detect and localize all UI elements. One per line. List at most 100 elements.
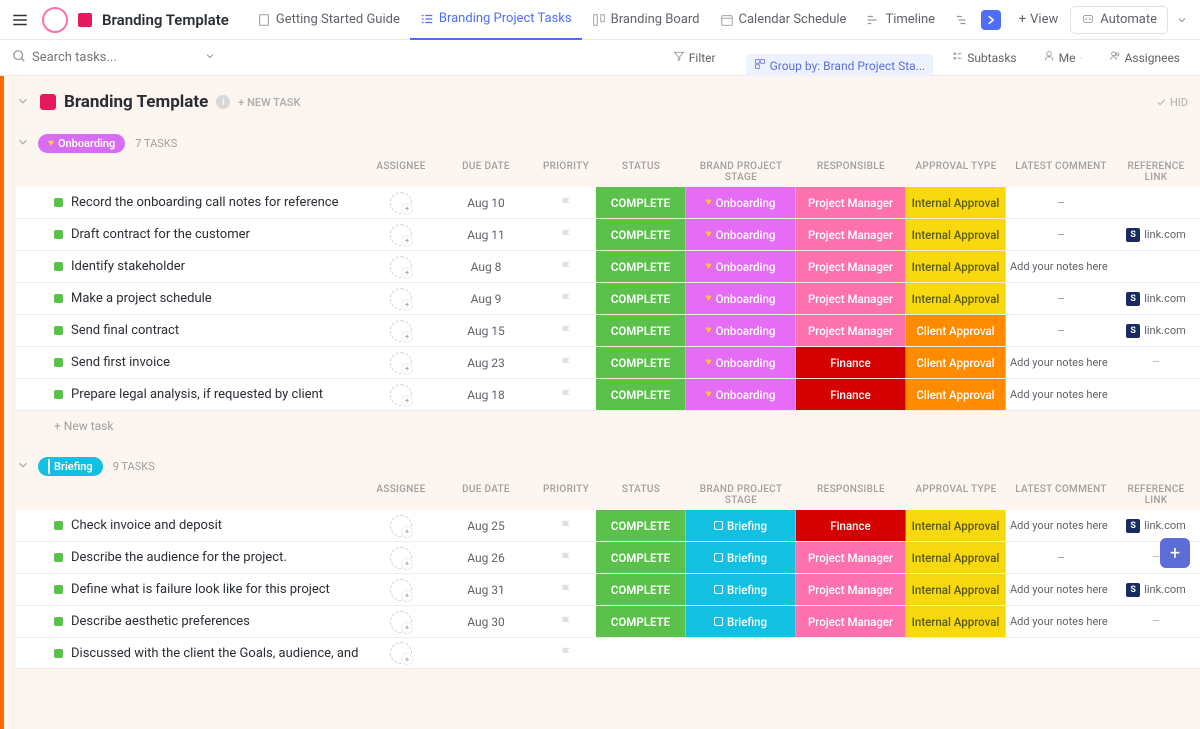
col-approval[interactable]: APPROVAL TYPE bbox=[906, 480, 1006, 510]
stage-badge[interactable]: ♥Onboarding bbox=[686, 219, 796, 250]
task-row[interactable]: Check invoice and deposit Aug 25 COMPLET… bbox=[16, 510, 1200, 542]
task-name-cell[interactable]: Record the onboarding call notes for ref… bbox=[16, 195, 366, 210]
latest-comment-cell[interactable]: Add your notes here bbox=[1006, 356, 1116, 369]
col-assignee[interactable]: ASSIGNEE bbox=[366, 480, 436, 510]
info-icon[interactable]: i bbox=[216, 95, 230, 109]
approval-badge[interactable]: Internal Approval bbox=[906, 606, 1006, 637]
stage-badge[interactable]: Briefing bbox=[686, 606, 796, 637]
hide-button[interactable]: HID bbox=[1156, 96, 1188, 109]
status-badge[interactable]: COMPLETE bbox=[596, 574, 686, 605]
status-badge[interactable]: COMPLETE bbox=[596, 542, 686, 573]
col-priority[interactable]: PRIORITY bbox=[536, 480, 596, 510]
task-row[interactable]: Make a project schedule Aug 9 COMPLETE ♥… bbox=[16, 283, 1200, 315]
due-date-cell[interactable]: Aug 31 bbox=[436, 583, 536, 597]
tab-branding-board[interactable]: Branding Board bbox=[582, 0, 710, 40]
responsible-badge[interactable]: Project Manager bbox=[796, 606, 906, 637]
responsible-badge[interactable]: Project Manager bbox=[796, 187, 906, 218]
col-reflink[interactable]: REFERENCE LINK bbox=[1116, 157, 1196, 187]
automate-button[interactable]: Automate bbox=[1070, 6, 1168, 34]
group-pill[interactable]: ♥Onboarding bbox=[38, 134, 125, 153]
col-priority[interactable]: PRIORITY bbox=[536, 157, 596, 187]
assignees-button[interactable]: Assignees bbox=[1101, 46, 1188, 69]
assignee-cell[interactable] bbox=[366, 224, 436, 246]
status-badge[interactable]: COMPLETE bbox=[596, 283, 686, 314]
task-name-cell[interactable]: Identify stakeholder bbox=[16, 259, 366, 274]
reference-link[interactable]: Slink.com bbox=[1116, 292, 1196, 306]
status-badge[interactable]: COMPLETE bbox=[596, 606, 686, 637]
col-assignee[interactable]: ASSIGNEE bbox=[366, 157, 436, 187]
stage-badge[interactable]: ♥Onboarding bbox=[686, 187, 796, 218]
due-date-cell[interactable]: Aug 15 bbox=[436, 324, 536, 338]
due-date-cell[interactable]: Aug 9 bbox=[436, 292, 536, 306]
priority-cell[interactable] bbox=[536, 196, 596, 210]
latest-comment-cell[interactable]: – bbox=[1006, 292, 1116, 306]
approval-badge[interactable]: Internal Approval bbox=[906, 574, 1006, 605]
approval-badge[interactable]: Internal Approval bbox=[906, 187, 1006, 218]
stage-badge[interactable]: ♥Onboarding bbox=[686, 315, 796, 346]
due-date-cell[interactable]: Aug 25 bbox=[436, 519, 536, 533]
task-name-cell[interactable]: Define what is failure look like for thi… bbox=[16, 582, 366, 597]
reference-link-empty[interactable]: – bbox=[1116, 614, 1196, 629]
assignee-cell[interactable] bbox=[366, 642, 436, 664]
stage-badge[interactable]: ♥Onboarding bbox=[686, 251, 796, 282]
approval-badge[interactable]: Internal Approval bbox=[906, 219, 1006, 250]
status-badge[interactable]: COMPLETE bbox=[596, 315, 686, 346]
status-badge[interactable]: COMPLETE bbox=[596, 251, 686, 282]
tab-timeline[interactable]: Timeline bbox=[856, 0, 945, 40]
responsible-badge[interactable]: Project Manager bbox=[796, 542, 906, 573]
task-row[interactable]: Identify stakeholder Aug 8 COMPLETE ♥Onb… bbox=[16, 251, 1200, 283]
tab-branding-project-tasks[interactable]: Branding Project Tasks bbox=[410, 0, 582, 40]
task-row[interactable]: Send first invoice Aug 23 COMPLETE ♥Onbo… bbox=[16, 347, 1200, 379]
assignee-cell[interactable] bbox=[366, 384, 436, 406]
search-input[interactable] bbox=[32, 50, 198, 65]
stage-badge[interactable]: ♥Onboarding bbox=[686, 379, 796, 410]
task-name-cell[interactable]: Send first invoice bbox=[16, 355, 366, 370]
search-box[interactable] bbox=[12, 49, 216, 67]
responsible-badge[interactable]: Project Manager bbox=[796, 574, 906, 605]
group-pill[interactable]: Briefing bbox=[38, 457, 103, 476]
due-date-cell[interactable]: Aug 8 bbox=[436, 260, 536, 274]
latest-comment-cell[interactable]: – bbox=[1006, 228, 1116, 242]
task-row[interactable]: Describe aesthetic preferences Aug 30 CO… bbox=[16, 606, 1200, 638]
task-name-cell[interactable]: Describe the audience for the project. bbox=[16, 550, 366, 565]
stage-badge[interactable]: ♥Onboarding bbox=[686, 347, 796, 378]
priority-cell[interactable] bbox=[536, 260, 596, 274]
task-name-cell[interactable]: Check invoice and deposit bbox=[16, 518, 366, 533]
col-stage[interactable]: BRAND PROJECT STAGE bbox=[686, 480, 796, 510]
latest-comment-cell[interactable]: Add your notes here bbox=[1006, 583, 1116, 596]
approval-badge[interactable]: Client Approval bbox=[906, 315, 1006, 346]
responsible-badge[interactable]: Finance bbox=[796, 347, 906, 378]
reference-link[interactable]: Slink.com bbox=[1116, 519, 1196, 533]
assignee-cell[interactable] bbox=[366, 256, 436, 278]
due-date-cell[interactable]: Aug 11 bbox=[436, 228, 536, 242]
task-row[interactable]: Prepare legal analysis, if requested by … bbox=[16, 379, 1200, 411]
assignee-cell[interactable] bbox=[366, 547, 436, 569]
stage-badge[interactable]: Briefing bbox=[686, 574, 796, 605]
task-row[interactable]: Define what is failure look like for thi… bbox=[16, 574, 1200, 606]
approval-badge[interactable]: Internal Approval bbox=[906, 283, 1006, 314]
col-comment[interactable]: LATEST COMMENT bbox=[1006, 480, 1116, 510]
task-name-cell[interactable]: Prepare legal analysis, if requested by … bbox=[16, 387, 366, 402]
col-comment[interactable]: LATEST COMMENT bbox=[1006, 157, 1116, 187]
col-due[interactable]: DUE DATE bbox=[436, 157, 536, 187]
due-date-cell[interactable]: Aug 26 bbox=[436, 551, 536, 565]
responsible-badge[interactable]: Project Manager bbox=[796, 315, 906, 346]
assignee-cell[interactable] bbox=[366, 515, 436, 537]
chevron-down-icon[interactable] bbox=[1172, 14, 1192, 26]
approval-badge[interactable]: Internal Approval bbox=[906, 542, 1006, 573]
tab-project-gantt[interactable]: Project Gantt bbox=[945, 0, 971, 40]
add-view-button[interactable]: + View bbox=[1011, 8, 1067, 31]
task-row[interactable]: Send final contract Aug 15 COMPLETE ♥Onb… bbox=[16, 315, 1200, 347]
priority-cell[interactable] bbox=[536, 615, 596, 629]
due-date-cell[interactable]: Aug 10 bbox=[436, 196, 536, 210]
workspace-logo-icon[interactable] bbox=[42, 7, 68, 33]
collapse-icon[interactable] bbox=[16, 458, 32, 476]
reference-link[interactable]: Slink.com bbox=[1116, 324, 1196, 338]
scroll-tabs-right-icon[interactable] bbox=[981, 10, 1001, 30]
collapse-all-icon[interactable] bbox=[16, 94, 32, 110]
due-date-cell[interactable]: Aug 30 bbox=[436, 615, 536, 629]
latest-comment-cell[interactable]: Add your notes here bbox=[1006, 388, 1116, 401]
task-row[interactable]: Record the onboarding call notes for ref… bbox=[16, 187, 1200, 219]
due-date-cell[interactable]: Aug 18 bbox=[436, 388, 536, 402]
responsible-badge[interactable]: Finance bbox=[796, 379, 906, 410]
